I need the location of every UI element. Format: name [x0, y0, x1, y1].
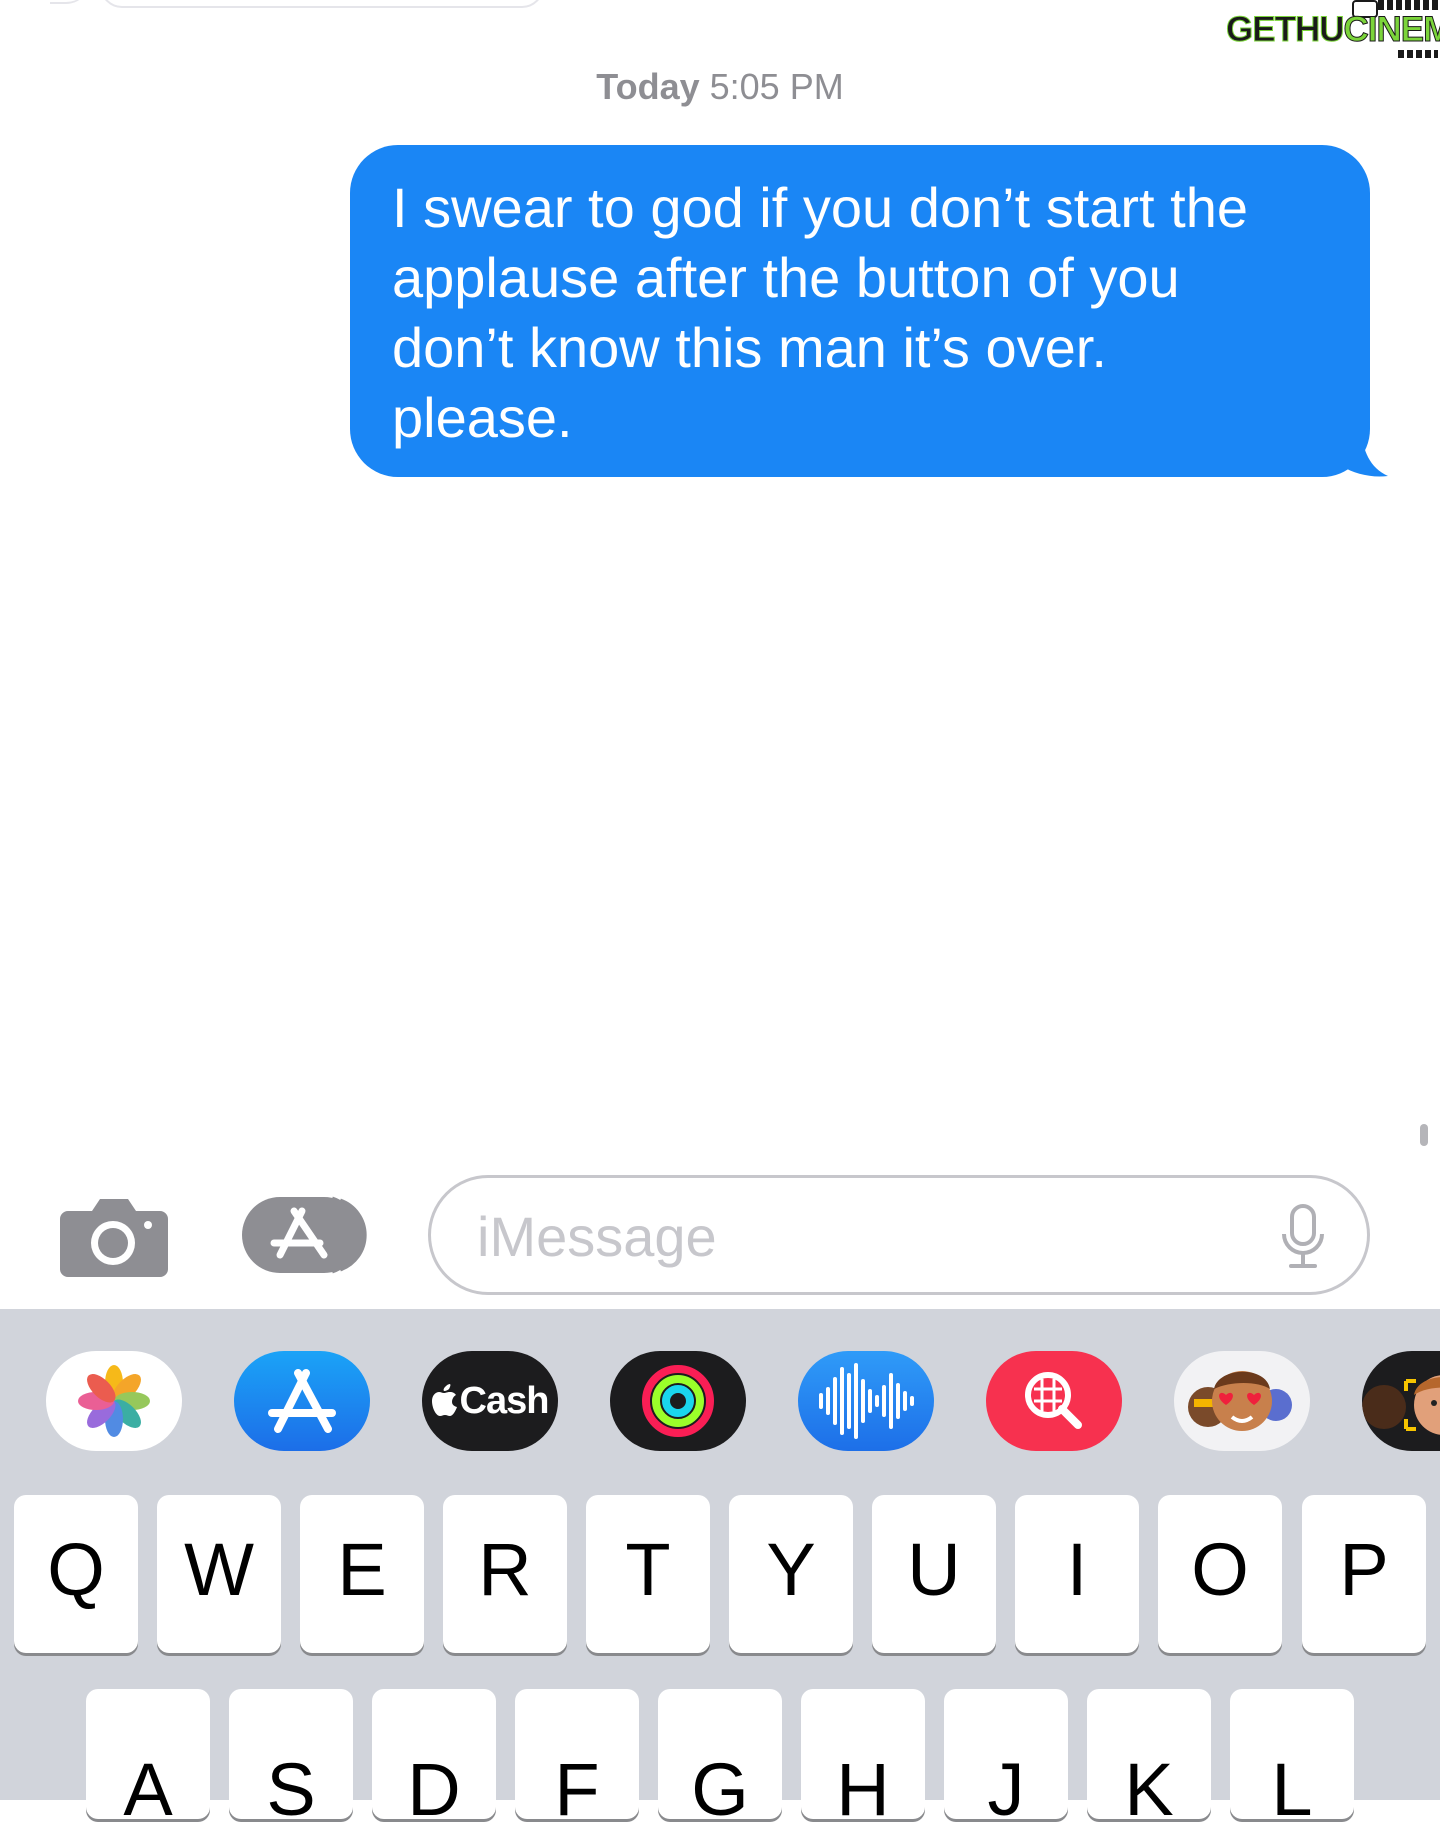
apple-cash-app-button[interactable]: Cash [422, 1351, 558, 1451]
microphone-icon[interactable] [1281, 1204, 1325, 1270]
key-t[interactable]: T [586, 1495, 710, 1653]
memoji-app-button[interactable] [1362, 1351, 1440, 1451]
memoji-stickers-app-button[interactable] [1174, 1351, 1310, 1451]
watermark-logo: GETHUCINEMA [1222, 0, 1440, 58]
photos-app-button[interactable] [46, 1351, 182, 1451]
key-u[interactable]: U [872, 1495, 996, 1653]
key-o[interactable]: O [1158, 1495, 1282, 1653]
previous-bubble-tail [50, 0, 90, 4]
images-search-app-button[interactable] [986, 1351, 1122, 1451]
key-w[interactable]: W [157, 1495, 281, 1653]
imessage-input[interactable]: iMessage [428, 1175, 1370, 1295]
activity-icon [642, 1365, 714, 1437]
key-i[interactable]: I [1015, 1495, 1139, 1653]
key-r[interactable]: R [443, 1495, 567, 1653]
apple-logo-icon [431, 1384, 457, 1416]
key-p[interactable]: P [1302, 1495, 1426, 1653]
audio-message-app-button[interactable] [798, 1351, 934, 1451]
key-y[interactable]: Y [729, 1495, 853, 1653]
app-drawer-and-keyboard: Cash Q W E R T Y U I O P A S D F G H J K… [0, 1309, 1440, 1831]
watermark-text: GETHUCINEMA [1226, 10, 1440, 50]
key-e[interactable]: E [300, 1495, 424, 1653]
app-store-icon [242, 1196, 367, 1274]
images-search-icon [1025, 1372, 1082, 1429]
app-store-app-button[interactable] [234, 1351, 370, 1451]
timestamp-day: Today [596, 66, 700, 107]
key-q[interactable]: Q [14, 1495, 138, 1653]
app-store-icon [268, 1369, 336, 1433]
apple-cash-label: Cash [459, 1379, 550, 1422]
imessage-placeholder: iMessage [477, 1205, 717, 1268]
message-timestamp: Today 5:05 PM [0, 66, 1440, 108]
photos-icon [78, 1365, 150, 1437]
previous-message-bubble [100, 0, 544, 8]
timestamp-time: 5:05 PM [709, 66, 844, 107]
camera-icon [60, 1199, 168, 1277]
memoji-icon [1362, 1375, 1440, 1435]
sent-message-bubble[interactable]: I swear to god if you don’t start the ap… [350, 145, 1370, 477]
sent-bubble-tail [1336, 430, 1388, 477]
audio-waveform-icon [819, 1363, 914, 1439]
scroll-indicator[interactable] [1420, 1124, 1428, 1146]
camera-button[interactable] [60, 1195, 168, 1277]
apps-button[interactable] [240, 1193, 372, 1277]
activity-app-button[interactable] [610, 1351, 746, 1451]
memoji-stickers-icon [1188, 1371, 1292, 1431]
